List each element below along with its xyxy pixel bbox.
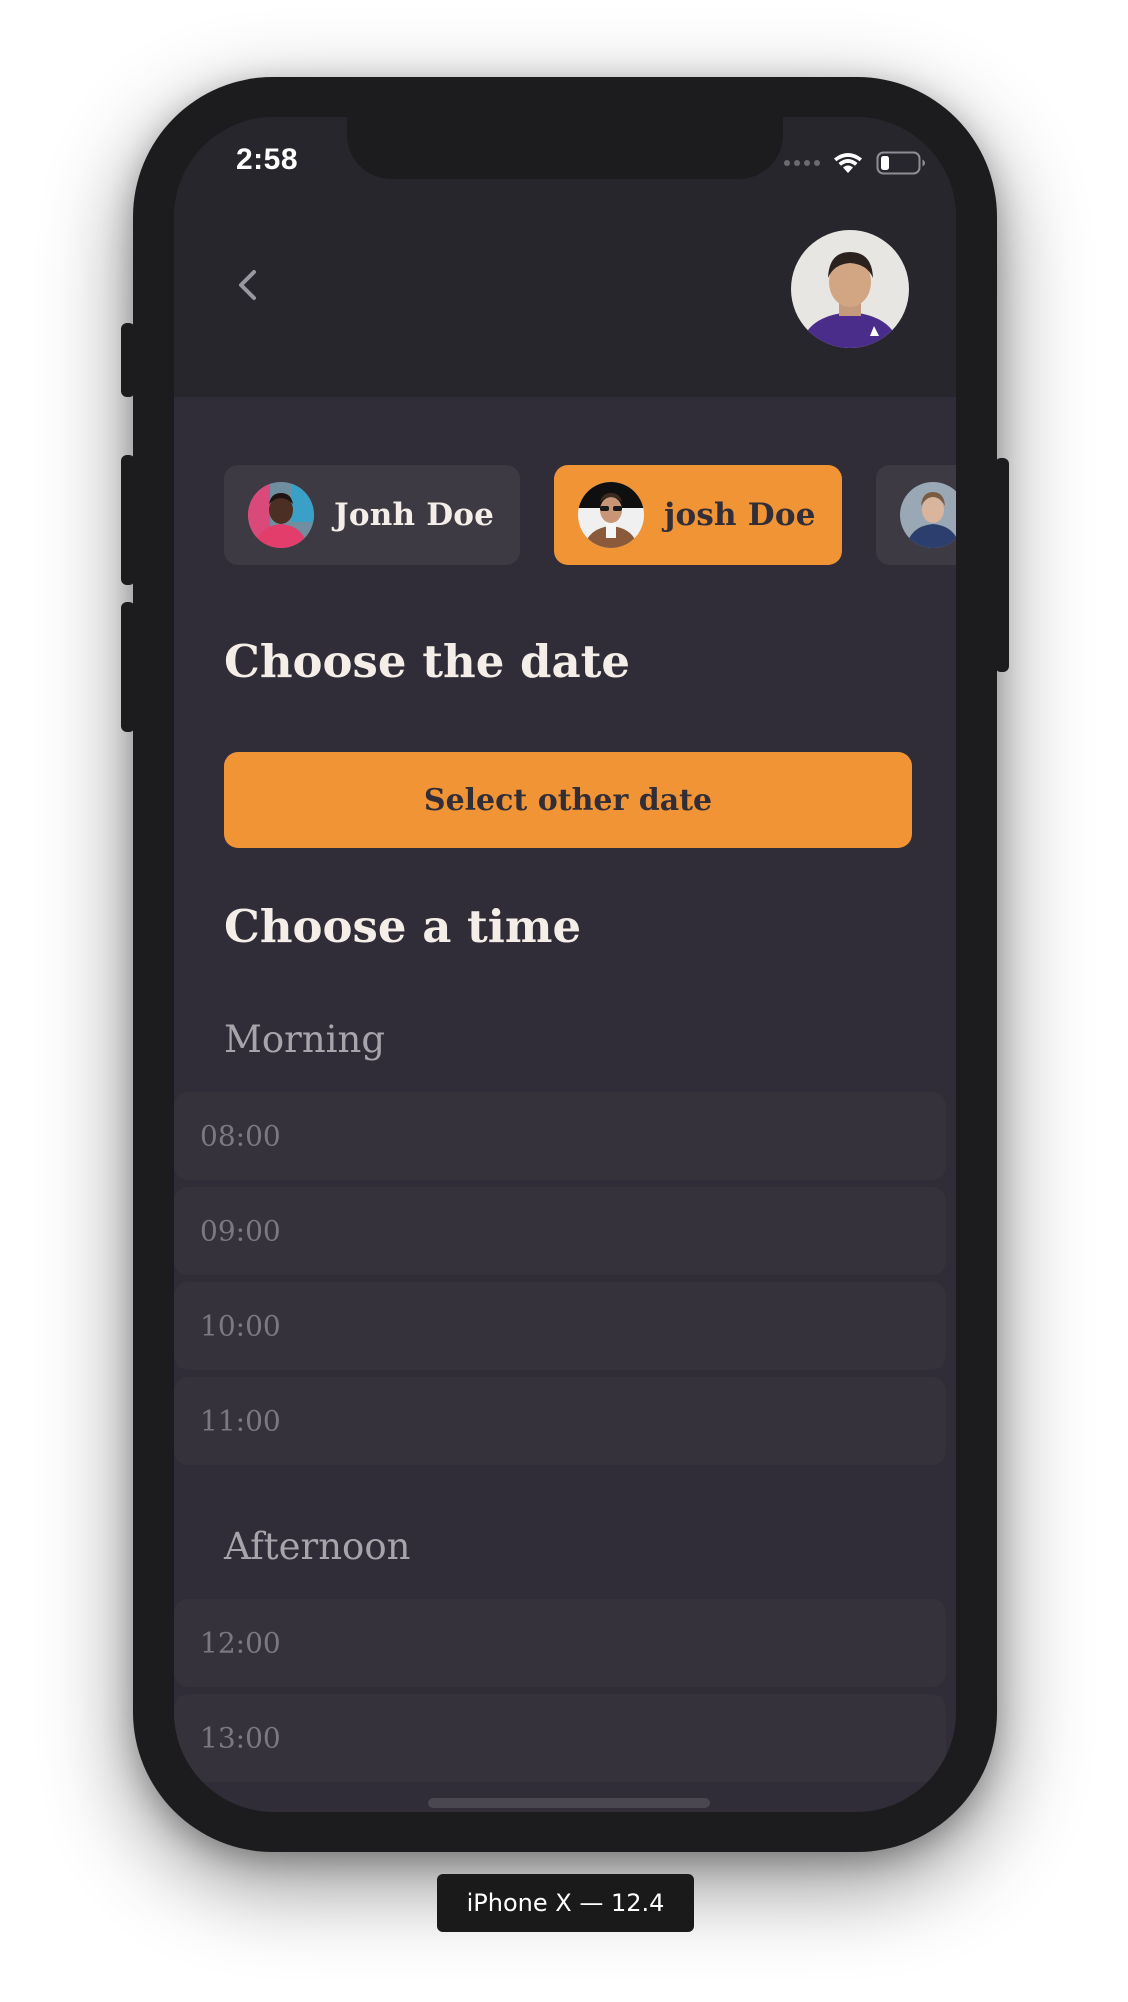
time-slot[interactable]: 13:00 — [174, 1694, 946, 1782]
device-notch — [347, 117, 783, 179]
time-slot[interactable]: 11:00 — [174, 1377, 946, 1465]
choose-time-title: Choose a time — [224, 900, 582, 953]
silent-switch — [121, 323, 135, 397]
provider-chip[interactable]: Jonh Doe — [224, 465, 521, 565]
provider-chip[interactable]: J — [875, 465, 956, 565]
volume-down-button — [121, 602, 135, 732]
afternoon-label: Afternoon — [224, 1525, 411, 1568]
time-slot[interactable]: 10:00 — [174, 1282, 946, 1370]
time-slot-label: 11:00 — [200, 1404, 281, 1438]
time-slot-label: 13:00 — [200, 1721, 281, 1755]
status-time: 2:58 — [236, 143, 299, 176]
select-other-date-button[interactable]: Select other date — [224, 752, 912, 848]
device-caption: iPhone X — 12.4 — [437, 1874, 694, 1932]
home-indicator[interactable] — [428, 1798, 710, 1808]
back-button[interactable] — [229, 265, 269, 305]
provider-name: Jonh Doe — [334, 497, 495, 533]
provider-avatar — [248, 482, 314, 548]
time-slot-label: 08:00 — [200, 1119, 281, 1153]
battery-icon — [876, 151, 925, 175]
chevron-left-icon — [239, 270, 256, 300]
time-slot[interactable]: 08:00 — [174, 1092, 946, 1180]
provider-avatar — [578, 482, 645, 548]
provider-chip-selected[interactable]: josh Doe — [554, 465, 842, 565]
cellular-signal-icon — [784, 160, 820, 166]
choose-date-title: Choose the date — [224, 635, 631, 688]
provider-list: Jonh Doe josh Doe — [224, 465, 956, 565]
morning-label: Morning — [224, 1018, 386, 1061]
profile-avatar[interactable] — [791, 230, 909, 348]
app-screen: 2:58 Jonh Doe josh Doe Choose the date S… — [174, 117, 956, 1812]
provider-avatar — [899, 482, 956, 548]
time-slot-label: 09:00 — [200, 1214, 281, 1248]
provider-name: josh Doe — [664, 497, 816, 533]
time-slot-label: 10:00 — [200, 1309, 281, 1343]
volume-up-button — [121, 455, 135, 585]
time-slot-label: 12:00 — [200, 1626, 281, 1660]
wifi-icon — [834, 153, 862, 173]
power-button — [995, 458, 1009, 672]
status-icons — [784, 151, 926, 175]
time-slot[interactable]: 09:00 — [174, 1187, 946, 1275]
time-slot[interactable]: 12:00 — [174, 1599, 946, 1687]
